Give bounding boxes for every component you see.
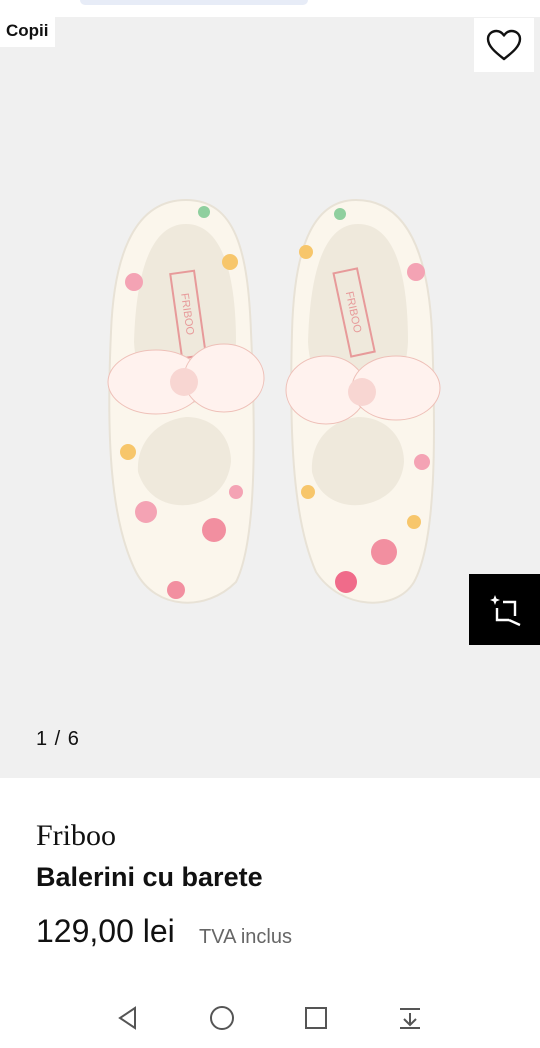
url-bar-fragment[interactable] (80, 0, 308, 5)
right-shoe: FRIBOO (285, 198, 441, 604)
recents-button[interactable] (296, 1000, 336, 1036)
image-counter: 1 / 6 (36, 728, 80, 750)
ar-sparkle-icon (489, 594, 520, 626)
category-badge: Copii (0, 17, 55, 47)
try-on-button[interactable] (469, 574, 540, 645)
system-navigation-bar (0, 990, 540, 1048)
recents-square-icon (305, 1007, 327, 1029)
notifications-button[interactable] (390, 1000, 430, 1036)
notifications-down-icon (400, 1008, 420, 1029)
back-triangle-icon (118, 1006, 136, 1030)
heart-outline-icon (486, 29, 522, 61)
product-brand[interactable]: Friboo (36, 819, 116, 853)
left-shoe: FRIBOO (107, 198, 265, 604)
back-button[interactable] (108, 1000, 148, 1036)
vat-note: TVA inclus (199, 926, 292, 948)
home-circle-icon (210, 1006, 234, 1030)
wishlist-button[interactable] (474, 18, 534, 72)
home-button[interactable] (202, 1000, 242, 1036)
product-image: FRIBOO FRIBOO (107, 198, 441, 604)
product-price: 129,00 lei (36, 913, 175, 949)
browser-top-edge (0, 0, 540, 18)
product-image-gallery[interactable]: FRIBOO FRIBOO 1 / 6 (0, 17, 540, 778)
product-title: Balerini cu barete (36, 862, 263, 892)
